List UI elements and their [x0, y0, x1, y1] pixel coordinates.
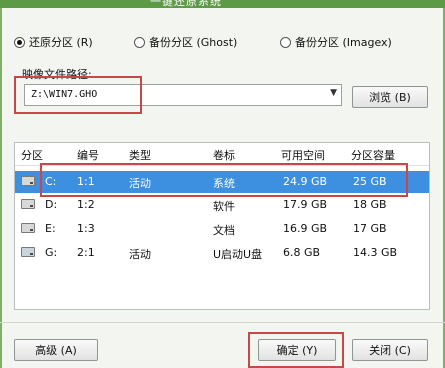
- cell-size: 17 GB: [353, 222, 387, 235]
- close-button[interactable]: 关闭 (C): [352, 339, 428, 361]
- radio-dot-icon: [134, 36, 145, 48]
- radio-dot-icon: [14, 36, 25, 48]
- radio-label: 还原分区 (R): [29, 36, 93, 49]
- column-header-number[interactable]: 编号: [77, 147, 99, 163]
- hard-drive-icon: [21, 176, 35, 186]
- cell-free: 17.9 GB: [283, 198, 328, 211]
- cell-drive: D:: [45, 198, 58, 211]
- mode-radio-group: 还原分区 (R) 备份分区 (Ghost) 备份分区 (Imagex): [14, 34, 434, 50]
- table-row[interactable]: G: 2:1 活动 U启动U盘 6.8 GB 14.3 GB: [15, 242, 429, 264]
- radio-restore-partition[interactable]: 还原分区 (R): [14, 34, 93, 50]
- cell-free: 16.9 GB: [283, 222, 328, 235]
- advanced-button[interactable]: 高级 (A): [14, 339, 98, 361]
- cell-size: 14.3 GB: [353, 246, 398, 259]
- column-header-partition[interactable]: 分区: [21, 147, 43, 163]
- cell-free: 6.8 GB: [283, 246, 321, 259]
- table-row[interactable]: D: 1:2 软件 17.9 GB 18 GB: [15, 194, 429, 216]
- cell-volume: 文档: [213, 224, 235, 237]
- cell-volume: 软件: [213, 200, 235, 213]
- radio-label: 备份分区 (Imagex): [295, 36, 392, 49]
- cell-number: 2:1: [77, 246, 95, 259]
- hard-drive-icon: [21, 199, 35, 209]
- title-bar: 一键还原系统: [0, 0, 445, 8]
- hard-drive-icon: [21, 223, 35, 233]
- chevron-down-icon[interactable]: ▼: [330, 88, 337, 98]
- radio-label: 备份分区 (Ghost): [149, 36, 238, 49]
- cell-number: 1:2: [77, 198, 95, 211]
- cell-type: 活动: [129, 248, 151, 261]
- radio-backup-imagex[interactable]: 备份分区 (Imagex): [280, 34, 392, 50]
- browse-button[interactable]: 浏览 (B): [352, 86, 428, 108]
- column-header-type[interactable]: 类型: [129, 147, 151, 163]
- annotation-box-ok: [248, 332, 344, 368]
- cell-drive: G:: [45, 246, 58, 259]
- radio-dot-icon: [280, 36, 291, 48]
- cell-drive: E:: [45, 222, 56, 235]
- annotation-box-path: [14, 76, 142, 114]
- column-header-volume[interactable]: 卷标: [213, 147, 235, 163]
- usb-drive-icon: [21, 247, 35, 257]
- column-header-capacity[interactable]: 分区容量: [351, 147, 395, 163]
- annotation-box-selected-row: [40, 163, 408, 197]
- cell-number: 1:3: [77, 222, 95, 235]
- table-row[interactable]: E: 1:3 文档 16.9 GB 17 GB: [15, 218, 429, 240]
- cell-size: 18 GB: [353, 198, 387, 211]
- cell-volume: U启动U盘: [213, 248, 263, 261]
- radio-backup-ghost[interactable]: 备份分区 (Ghost): [134, 34, 237, 50]
- column-header-free-space[interactable]: 可用空间: [281, 147, 325, 163]
- divider: [0, 322, 445, 323]
